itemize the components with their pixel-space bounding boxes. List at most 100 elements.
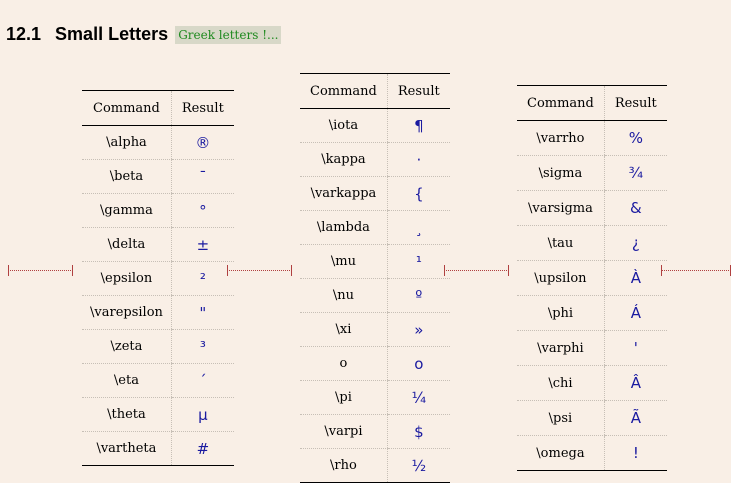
table-row: \epsilon ²	[82, 261, 234, 296]
command-cell: \pi	[300, 380, 388, 415]
table-row: \eta ´	[82, 363, 234, 398]
result-cell: À	[603, 260, 667, 296]
table-row: \xi»	[300, 312, 450, 347]
result-cell: ¶	[386, 108, 450, 143]
table-row: \varsigma &	[517, 190, 667, 226]
table-row: \theta µ	[82, 397, 234, 432]
result-cell: '	[603, 330, 667, 366]
table-row: \gamma °	[82, 193, 234, 228]
result-cell: ¿	[603, 225, 667, 261]
result-cell: "	[170, 295, 234, 330]
table-row: \varepsilon "	[82, 295, 234, 330]
result-cell: {	[386, 176, 450, 211]
table-row: \upsilon À	[517, 260, 667, 296]
command-header: Command	[300, 73, 388, 109]
separator-mid-right	[444, 265, 509, 276]
table-row: \varphi '	[517, 330, 667, 366]
separator-left	[8, 265, 73, 276]
table-row: \sigma ¾	[517, 155, 667, 191]
table-row: \alpha ®	[82, 125, 234, 160]
result-cell: ¹	[386, 244, 450, 279]
result-cell: #	[170, 431, 234, 466]
command-cell: \kappa	[300, 142, 388, 177]
separator-mid-left	[227, 265, 292, 276]
command-cell: \phi	[517, 295, 605, 331]
table-row: \kappa ·	[300, 142, 450, 177]
result-cell: ½	[386, 448, 450, 483]
table-row: \varkappa{	[300, 176, 450, 211]
command-cell: \beta	[82, 159, 172, 194]
command-cell: \varsigma	[517, 190, 605, 226]
table-header-row: Command Result	[300, 73, 450, 109]
table-row: \beta ¯	[82, 159, 234, 194]
table-row: \zeta ³	[82, 329, 234, 364]
command-cell: \varrho	[517, 120, 605, 156]
result-cell: ´	[170, 363, 234, 398]
symbol-table-3: Command Result \varrho% \sigma ¾ \varsigma &…	[517, 85, 667, 471]
result-cell: ¯	[170, 159, 234, 194]
table-row: \varrho%	[517, 120, 667, 156]
result-cell: Á	[603, 295, 667, 331]
result-cell: ¸	[386, 210, 450, 245]
result-header: Result	[170, 90, 234, 126]
table-row: \iota ¶	[300, 108, 450, 143]
command-cell: \epsilon	[82, 261, 172, 296]
greek-letters-link[interactable]: Greek letters !...	[175, 26, 282, 44]
result-cell: ¼	[386, 380, 450, 415]
command-cell: \gamma	[82, 193, 172, 228]
command-cell: \varepsilon	[82, 295, 172, 330]
command-cell: \theta	[82, 397, 172, 432]
command-cell: \rho	[300, 448, 388, 483]
table-row: \rho ½	[300, 448, 450, 483]
result-cell: ±	[170, 227, 234, 262]
command-cell: \psi	[517, 400, 605, 436]
table-row: \phi Á	[517, 295, 667, 331]
result-cell: ²	[170, 261, 234, 296]
command-cell: \omega	[517, 435, 605, 471]
table-row: \varpi $	[300, 414, 450, 449]
command-cell: \tau	[517, 225, 605, 261]
table-header-row: Command Result	[82, 90, 234, 126]
table-row: \omega!	[517, 435, 667, 471]
section-title: Small Letters	[55, 24, 169, 44]
result-cell: ³	[170, 329, 234, 364]
command-cell: \iota	[300, 108, 388, 143]
section-number: 12.1	[6, 24, 42, 44]
result-cell: º	[386, 278, 450, 313]
command-cell: \zeta	[82, 329, 172, 364]
result-cell: ®	[170, 125, 234, 160]
command-cell: \varkappa	[300, 176, 388, 211]
command-cell: \sigma	[517, 155, 605, 191]
table-row: \vartheta #	[82, 431, 234, 466]
table-row: \nu º	[300, 278, 450, 313]
command-cell: \lambda	[300, 210, 388, 245]
command-cell: \chi	[517, 365, 605, 401]
table-row: \tau ¿	[517, 225, 667, 261]
symbol-table-2: Command Result \iota ¶ \kappa · \varkappa{\l…	[300, 73, 450, 483]
section-heading: 12.1 Small Letters Greek letters !...	[6, 24, 282, 45]
command-cell: \vartheta	[82, 431, 172, 466]
table-row: \mu ¹	[300, 244, 450, 279]
command-cell: \nu	[300, 278, 388, 313]
result-cell: $	[386, 414, 450, 449]
symbol-table-1: Command Result \alpha ® \beta ¯ \gamma ° \delt…	[82, 90, 234, 466]
result-cell: »	[386, 312, 450, 347]
command-cell: \xi	[300, 312, 388, 347]
separator-right	[661, 265, 731, 276]
result-cell: !	[603, 435, 667, 471]
result-cell: Â	[603, 365, 667, 401]
command-cell: \alpha	[82, 125, 172, 160]
result-header: Result	[603, 85, 667, 121]
table-row: \pi ¼	[300, 380, 450, 415]
result-cell: µ	[170, 397, 234, 432]
command-cell: \varpi	[300, 414, 388, 449]
result-cell: °	[170, 193, 234, 228]
command-cell: \varphi	[517, 330, 605, 366]
result-cell: Ã	[603, 400, 667, 436]
result-cell: o	[386, 346, 450, 381]
result-cell: ¾	[603, 155, 667, 191]
command-cell: \mu	[300, 244, 388, 279]
command-cell: \upsilon	[517, 260, 605, 296]
table-header-row: Command Result	[517, 85, 667, 121]
table-row: \lambda ¸	[300, 210, 450, 245]
